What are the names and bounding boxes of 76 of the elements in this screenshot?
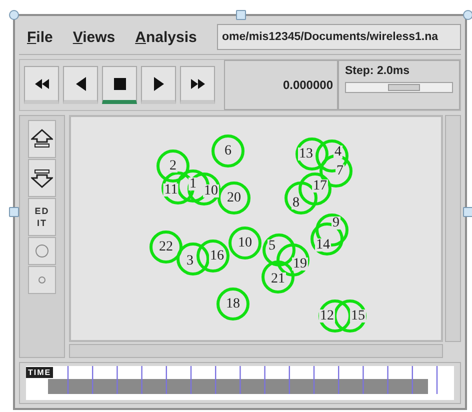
circle-button[interactable] <box>28 237 56 265</box>
node-label: 6 <box>224 144 232 158</box>
up-arrow-button[interactable] <box>28 120 56 158</box>
node-label: 3 <box>186 254 194 268</box>
horizontal-scrollbar[interactable] <box>69 344 443 358</box>
down-arrow-button[interactable] <box>28 159 56 197</box>
down-arrow-icon <box>31 168 53 188</box>
step-slider[interactable] <box>345 82 453 93</box>
node-icon[interactable] <box>216 288 250 320</box>
back-button[interactable] <box>63 66 98 104</box>
handle-icon[interactable] <box>9 10 19 20</box>
node-icon[interactable] <box>262 260 294 294</box>
node-icon[interactable] <box>296 138 328 170</box>
vertical-scrollbar[interactable] <box>445 115 461 342</box>
node-icon[interactable] <box>176 242 210 276</box>
timeline[interactable]: TIME <box>26 366 454 400</box>
step-label: Step: 2.0ms <box>345 65 411 77</box>
node-label: 10 <box>237 236 253 250</box>
node-icon[interactable] <box>298 172 332 206</box>
node-label: 5 <box>268 240 276 252</box>
handle-icon[interactable] <box>236 10 246 20</box>
rewind-icon <box>34 78 48 88</box>
edit-button[interactable]: ED IT <box>28 198 56 236</box>
node-icon[interactable] <box>218 182 250 214</box>
node-icon[interactable] <box>162 172 194 204</box>
time-readout: 0.000000 <box>282 78 333 92</box>
rewind-button[interactable] <box>24 66 59 104</box>
node-icon[interactable] <box>212 134 244 168</box>
node-label: 19 <box>292 258 308 270</box>
node-label: 9 <box>332 216 340 230</box>
node-icon[interactable] <box>156 150 190 182</box>
node-label: 8 <box>292 196 300 210</box>
path-field[interactable]: ome/mis12345/Documents/wireless1.na <box>217 24 461 50</box>
node-icon[interactable] <box>188 172 220 206</box>
handle-icon[interactable] <box>463 10 472 20</box>
menu-item[interactable]: File <box>19 28 61 46</box>
node-label: 12 <box>319 310 335 322</box>
time-label: TIME <box>26 367 54 378</box>
fast-forward-icon <box>190 78 204 88</box>
node-icon[interactable] <box>316 140 348 172</box>
menu-item[interactable]: Views <box>64 28 124 46</box>
small-circle-icon <box>38 276 46 284</box>
node-label: 2 <box>168 160 178 172</box>
node-label: 18 <box>225 298 241 310</box>
node-icon[interactable] <box>334 300 366 332</box>
play-button[interactable] <box>141 66 176 104</box>
node-label: 16 <box>209 250 225 262</box>
stop-icon <box>114 78 126 90</box>
handle-icon[interactable] <box>463 207 472 217</box>
up-arrow-icon <box>31 129 53 149</box>
node-icon[interactable] <box>262 234 296 266</box>
node-icon[interactable] <box>228 226 262 260</box>
slider-thumb[interactable] <box>388 84 420 91</box>
forward-button[interactable] <box>180 66 215 104</box>
play-icon <box>154 76 164 90</box>
node-label: 17 <box>312 180 328 192</box>
node-label: 21 <box>270 272 286 286</box>
handle-icon[interactable] <box>9 207 19 217</box>
node-icon[interactable] <box>150 230 182 264</box>
node-label: 20 <box>226 192 242 204</box>
node-icon[interactable] <box>196 240 230 272</box>
node-label: 14 <box>315 238 331 252</box>
node-label: 1 <box>188 178 198 190</box>
menu-item[interactable]: Analysis <box>127 28 205 46</box>
back-icon <box>76 76 86 90</box>
node-label: 11 <box>163 184 179 196</box>
node-label: 7 <box>336 164 344 178</box>
node-label: 4 <box>334 146 342 158</box>
node-icon[interactable] <box>316 214 348 246</box>
circle-icon <box>35 244 49 258</box>
node-label: 22 <box>158 240 174 254</box>
node-label: 15 <box>350 310 366 322</box>
node-label: 10 <box>203 184 219 198</box>
stop-button[interactable] <box>102 66 137 104</box>
node-icon[interactable] <box>318 300 352 332</box>
node-label: 13 <box>298 148 314 160</box>
